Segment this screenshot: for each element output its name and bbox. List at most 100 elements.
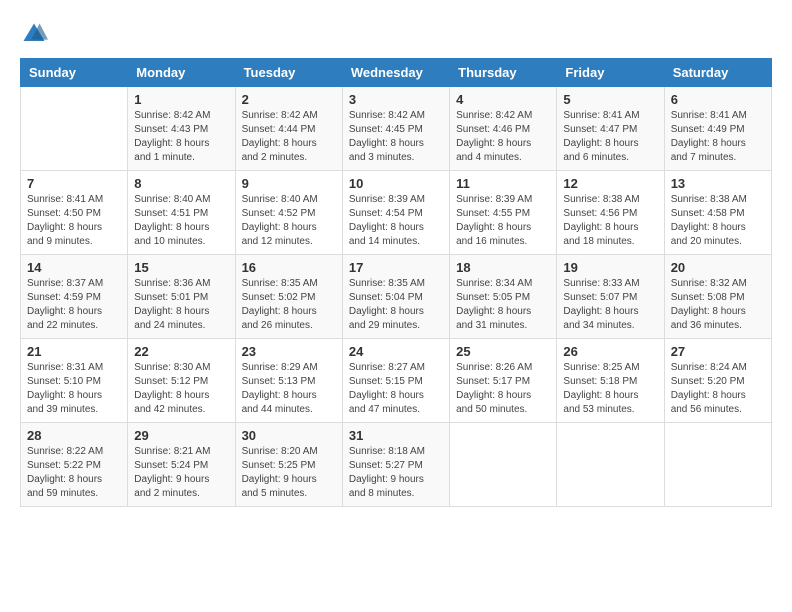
day-number: 21 (27, 344, 121, 359)
day-number: 30 (242, 428, 336, 443)
day-info: Sunrise: 8:36 AM Sunset: 5:01 PM Dayligh… (134, 277, 228, 333)
calendar-day-header: Thursday (450, 59, 557, 87)
calendar-cell: 28 Sunrise: 8:22 AM Sunset: 5:22 PM Dayli… (21, 423, 128, 507)
day-info: Sunrise: 8:26 AM Sunset: 5:17 PM Dayligh… (456, 361, 550, 417)
calendar-cell: 26Sunrise: 8:25 AM Sunset: 5:18 PM Dayli… (557, 339, 664, 423)
day-number: 12 (563, 176, 657, 191)
day-info: Sunrise: 8:42 AM Sunset: 4:45 PM Dayligh… (349, 109, 443, 165)
calendar-table: SundayMondayTuesdayWednesdayThursdayFrid… (20, 58, 772, 507)
day-number: 16 (242, 260, 336, 275)
day-info: Sunrise: 8:35 AM Sunset: 5:02 PM Dayligh… (242, 277, 336, 333)
day-info: Sunrise: 8:42 AM Sunset: 4:44 PM Dayligh… (242, 109, 336, 165)
calendar-cell: 18Sunrise: 8:34 AM Sunset: 5:05 PM Dayli… (450, 255, 557, 339)
calendar-day-header: Wednesday (342, 59, 449, 87)
calendar-cell: 5Sunrise: 8:41 AM Sunset: 4:47 PM Daylig… (557, 87, 664, 171)
calendar-week-row: 28 Sunrise: 8:22 AM Sunset: 5:22 PM Dayli… (21, 423, 772, 507)
calendar-day-header: Tuesday (235, 59, 342, 87)
calendar-cell: 22 Sunrise: 8:30 AM Sunset: 5:12 PM Dayli… (128, 339, 235, 423)
day-info: Sunrise: 8:30 AM Sunset: 5:12 PM Dayligh… (134, 361, 228, 417)
calendar-week-row: 1Sunrise: 8:42 AM Sunset: 4:43 PM Daylig… (21, 87, 772, 171)
day-info: Sunrise: 8:22 AM Sunset: 5:22 PM Dayligh… (27, 445, 121, 501)
day-info: Sunrise: 8:29 AM Sunset: 5:13 PM Dayligh… (242, 361, 336, 417)
day-number: 10 (349, 176, 443, 191)
calendar-header-row: SundayMondayTuesdayWednesdayThursdayFrid… (21, 59, 772, 87)
page-header (20, 20, 772, 48)
calendar-day-header: Friday (557, 59, 664, 87)
day-number: 7 (27, 176, 121, 191)
day-number: 13 (671, 176, 765, 191)
day-number: 29 (134, 428, 228, 443)
calendar-cell: 2 Sunrise: 8:42 AM Sunset: 4:44 PM Daylig… (235, 87, 342, 171)
day-info: Sunrise: 8:18 AM Sunset: 5:27 PM Dayligh… (349, 445, 443, 501)
day-number: 24 (349, 344, 443, 359)
day-number: 6 (671, 92, 765, 107)
day-number: 4 (456, 92, 550, 107)
calendar-cell (664, 423, 771, 507)
calendar-cell: 8 Sunrise: 8:40 AM Sunset: 4:51 PM Daylig… (128, 171, 235, 255)
calendar-day-header: Sunday (21, 59, 128, 87)
day-number: 20 (671, 260, 765, 275)
logo (20, 20, 52, 48)
calendar-cell (450, 423, 557, 507)
calendar-cell: 15 Sunrise: 8:36 AM Sunset: 5:01 PM Dayli… (128, 255, 235, 339)
day-info: Sunrise: 8:40 AM Sunset: 4:51 PM Dayligh… (134, 193, 228, 249)
day-info: Sunrise: 8:39 AM Sunset: 4:55 PM Dayligh… (456, 193, 550, 249)
calendar-day-header: Monday (128, 59, 235, 87)
calendar-week-row: 7 Sunrise: 8:41 AM Sunset: 4:50 PM Daylig… (21, 171, 772, 255)
day-number: 5 (563, 92, 657, 107)
day-number: 14 (27, 260, 121, 275)
calendar-cell: 25 Sunrise: 8:26 AM Sunset: 5:17 PM Dayli… (450, 339, 557, 423)
calendar-cell: 13 Sunrise: 8:38 AM Sunset: 4:58 PM Dayli… (664, 171, 771, 255)
day-number: 25 (456, 344, 550, 359)
calendar-cell: 19 Sunrise: 8:33 AM Sunset: 5:07 PM Dayli… (557, 255, 664, 339)
calendar-cell: 9 Sunrise: 8:40 AM Sunset: 4:52 PM Daylig… (235, 171, 342, 255)
day-info: Sunrise: 8:41 AM Sunset: 4:50 PM Dayligh… (27, 193, 121, 249)
day-number: 18 (456, 260, 550, 275)
day-info: Sunrise: 8:39 AM Sunset: 4:54 PM Dayligh… (349, 193, 443, 249)
day-info: Sunrise: 8:33 AM Sunset: 5:07 PM Dayligh… (563, 277, 657, 333)
calendar-cell (557, 423, 664, 507)
day-number: 31 (349, 428, 443, 443)
day-number: 22 (134, 344, 228, 359)
calendar-cell: 4 Sunrise: 8:42 AM Sunset: 4:46 PM Daylig… (450, 87, 557, 171)
calendar-cell (21, 87, 128, 171)
day-number: 15 (134, 260, 228, 275)
day-info: Sunrise: 8:21 AM Sunset: 5:24 PM Dayligh… (134, 445, 228, 501)
day-number: 11 (456, 176, 550, 191)
calendar-cell: 10 Sunrise: 8:39 AM Sunset: 4:54 PM Dayli… (342, 171, 449, 255)
day-number: 23 (242, 344, 336, 359)
calendar-cell: 12Sunrise: 8:38 AM Sunset: 4:56 PM Dayli… (557, 171, 664, 255)
calendar-cell: 11 Sunrise: 8:39 AM Sunset: 4:55 PM Dayli… (450, 171, 557, 255)
calendar-cell: 16 Sunrise: 8:35 AM Sunset: 5:02 PM Dayli… (235, 255, 342, 339)
day-info: Sunrise: 8:40 AM Sunset: 4:52 PM Dayligh… (242, 193, 336, 249)
day-info: Sunrise: 8:31 AM Sunset: 5:10 PM Dayligh… (27, 361, 121, 417)
calendar-cell: 7 Sunrise: 8:41 AM Sunset: 4:50 PM Daylig… (21, 171, 128, 255)
day-number: 9 (242, 176, 336, 191)
day-number: 26 (563, 344, 657, 359)
day-info: Sunrise: 8:42 AM Sunset: 4:46 PM Dayligh… (456, 109, 550, 165)
calendar-cell: 21 Sunrise: 8:31 AM Sunset: 5:10 PM Dayli… (21, 339, 128, 423)
day-info: Sunrise: 8:35 AM Sunset: 5:04 PM Dayligh… (349, 277, 443, 333)
day-info: Sunrise: 8:20 AM Sunset: 5:25 PM Dayligh… (242, 445, 336, 501)
day-number: 19 (563, 260, 657, 275)
day-info: Sunrise: 8:38 AM Sunset: 4:58 PM Dayligh… (671, 193, 765, 249)
day-number: 27 (671, 344, 765, 359)
day-info: Sunrise: 8:37 AM Sunset: 4:59 PM Dayligh… (27, 277, 121, 333)
calendar-cell: 24Sunrise: 8:27 AM Sunset: 5:15 PM Dayli… (342, 339, 449, 423)
day-number: 3 (349, 92, 443, 107)
calendar-cell: 30 Sunrise: 8:20 AM Sunset: 5:25 PM Dayli… (235, 423, 342, 507)
day-info: Sunrise: 8:32 AM Sunset: 5:08 PM Dayligh… (671, 277, 765, 333)
day-number: 8 (134, 176, 228, 191)
day-number: 2 (242, 92, 336, 107)
calendar-cell: 17Sunrise: 8:35 AM Sunset: 5:04 PM Dayli… (342, 255, 449, 339)
day-number: 28 (27, 428, 121, 443)
day-number: 1 (134, 92, 228, 107)
logo-icon (20, 20, 48, 48)
calendar-cell: 1Sunrise: 8:42 AM Sunset: 4:43 PM Daylig… (128, 87, 235, 171)
calendar-cell: 23 Sunrise: 8:29 AM Sunset: 5:13 PM Dayli… (235, 339, 342, 423)
calendar-cell: 31 Sunrise: 8:18 AM Sunset: 5:27 PM Dayli… (342, 423, 449, 507)
calendar-day-header: Saturday (664, 59, 771, 87)
calendar-week-row: 14 Sunrise: 8:37 AM Sunset: 4:59 PM Dayli… (21, 255, 772, 339)
calendar-cell: 14 Sunrise: 8:37 AM Sunset: 4:59 PM Dayli… (21, 255, 128, 339)
calendar-cell: 29 Sunrise: 8:21 AM Sunset: 5:24 PM Dayli… (128, 423, 235, 507)
